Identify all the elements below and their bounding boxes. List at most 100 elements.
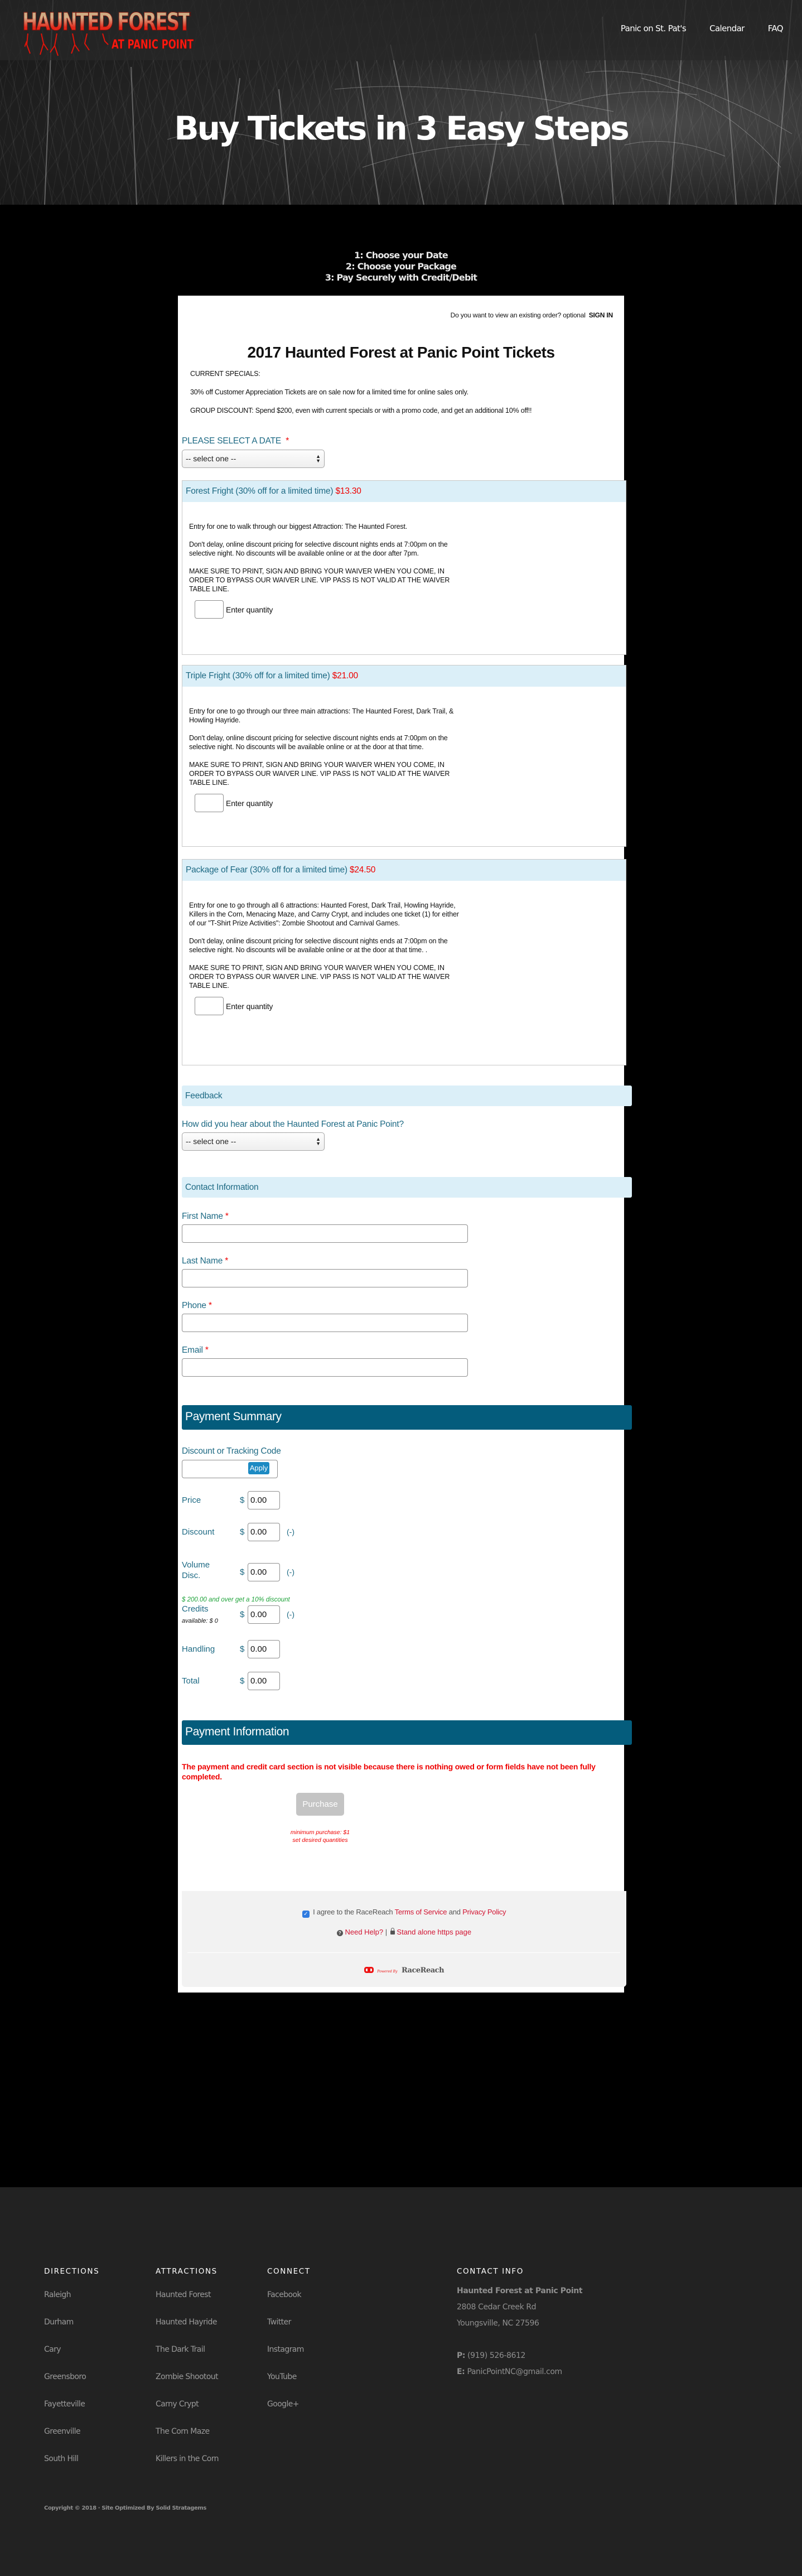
footer-link[interactable]: Haunted Forest bbox=[156, 2289, 219, 2317]
terms-of-service-link[interactable]: Terms of Service bbox=[395, 1908, 447, 1916]
signin-prompt-text: Do you want to view an existing order? o… bbox=[450, 311, 586, 319]
total-row: Total $ 0.00 bbox=[182, 1672, 405, 1690]
footer-link-twitter[interactable]: Twitter bbox=[267, 2317, 311, 2344]
email-input[interactable] bbox=[182, 1358, 468, 1377]
current-specials: CURRENT SPECIALS: 30% off Customer Appre… bbox=[190, 370, 532, 425]
apply-code-button[interactable]: Apply bbox=[248, 1462, 269, 1474]
discount-row: Discount $ 0.00 (-) bbox=[182, 1523, 405, 1541]
email-address[interactable]: PanicPointNC@gmail.com bbox=[467, 2367, 562, 2376]
handling-label: Handling bbox=[182, 1644, 215, 1654]
hero-banner: HAUNTED FOREST AT PANIC POINT Panic on S… bbox=[0, 0, 802, 205]
minus-indicator: (-) bbox=[287, 1527, 294, 1536]
step-3: 3: Pay Securely with Credit/Debit bbox=[325, 272, 477, 283]
sign-in-link[interactable]: SIGN IN bbox=[589, 311, 613, 319]
price-field[interactable]: 0.00 bbox=[248, 1491, 280, 1509]
step-2: 2: Choose your Package bbox=[345, 261, 457, 272]
package-paragraph: Entry for one to walk through our bigges… bbox=[189, 523, 408, 530]
volume-discount-note: $ 200.00 and over get a 10% discount bbox=[182, 1596, 290, 1603]
phone-line: P: (919) 526-8612 bbox=[457, 2351, 526, 2360]
footer-link-google-plus[interactable]: Google+ bbox=[267, 2399, 311, 2426]
quantity-input[interactable] bbox=[195, 794, 224, 812]
nav-panic-on-st-pats[interactable]: Panic on St. Pat's bbox=[621, 23, 687, 33]
discount-field[interactable]: 0.00 bbox=[248, 1523, 280, 1541]
payment-summary-header: Payment Summary bbox=[182, 1405, 632, 1430]
select-arrows-icon: ▲ ▼ bbox=[316, 1136, 321, 1146]
logo-roots-graphic bbox=[25, 33, 109, 56]
footer-column-heading: CONNECT bbox=[267, 2267, 311, 2276]
quantity-label: Enter quantity bbox=[226, 798, 273, 808]
currency-symbol: $ bbox=[240, 1567, 245, 1577]
footer-link[interactable]: Greensboro bbox=[44, 2371, 99, 2399]
nav-faq[interactable]: FAQ bbox=[768, 23, 784, 33]
minus-indicator: (-) bbox=[287, 1567, 294, 1576]
referral-source-select[interactable]: -- select one -- ▲ ▼ bbox=[182, 1132, 325, 1151]
business-name: Haunted Forest at Panic Point bbox=[457, 2286, 583, 2295]
privacy-policy-link[interactable]: Privacy Policy bbox=[462, 1908, 506, 1916]
first-name-input[interactable] bbox=[182, 1224, 468, 1243]
package-description: Entry for one to walk through our bigges… bbox=[182, 502, 472, 619]
footer-connect-column: CONNECT Facebook Twitter Instagram YouTu… bbox=[267, 2267, 311, 2426]
currency-symbol: $ bbox=[240, 1527, 245, 1537]
quantity-row: Enter quantity bbox=[195, 794, 466, 812]
last-name-input[interactable] bbox=[182, 1269, 468, 1287]
feedback-question: How did you hear about the Haunted Fores… bbox=[182, 1120, 404, 1129]
credits-field[interactable]: 0.00 bbox=[248, 1605, 280, 1624]
footer-link[interactable]: South Hill bbox=[44, 2453, 99, 2481]
package-price: $13.30 bbox=[335, 486, 361, 496]
divider bbox=[187, 1952, 620, 1953]
handling-field[interactable]: 0.00 bbox=[248, 1640, 280, 1658]
package-name: Forest Fright (30% off for a limited tim… bbox=[186, 486, 334, 496]
footer-attractions-column: ATTRACTIONS Haunted Forest Haunted Hayri… bbox=[156, 2267, 219, 2481]
package-paragraph: Don't delay, online discount pricing for… bbox=[189, 937, 448, 954]
quantity-label: Enter quantity bbox=[226, 605, 273, 614]
footer-link[interactable]: Raleigh bbox=[44, 2289, 99, 2317]
volume-discount-field[interactable]: 0.00 bbox=[248, 1563, 280, 1581]
quantity-input[interactable] bbox=[195, 600, 224, 619]
currency-symbol: $ bbox=[240, 1676, 245, 1686]
footer-column-heading: DIRECTIONS bbox=[44, 2267, 100, 2276]
purchase-button[interactable]: Purchase bbox=[296, 1793, 344, 1816]
footer-link[interactable]: Killers in the Corn bbox=[156, 2453, 219, 2481]
event-title: 2017 Haunted Forest at Panic Point Ticke… bbox=[247, 344, 555, 361]
phone-number[interactable]: (919) 526-8612 bbox=[467, 2351, 525, 2360]
footer-link[interactable]: The Dark Trail bbox=[156, 2344, 219, 2371]
price-row: Price $ 0.00 bbox=[182, 1491, 405, 1509]
minimum-purchase-note: minimum purchase: $1 set desired quantit… bbox=[290, 1829, 350, 1844]
specials-line: GROUP DISCOUNT: Spend $200, even with cu… bbox=[190, 407, 532, 414]
need-help-link[interactable]: Need Help? bbox=[345, 1928, 383, 1936]
quantity-input[interactable] bbox=[195, 997, 224, 1015]
legal-footer-box: ✓ I agree to the RaceReach Terms of Serv… bbox=[182, 1891, 626, 1987]
footer-link[interactable]: Cary bbox=[44, 2344, 99, 2371]
required-asterisk: * bbox=[286, 436, 289, 446]
haunted-forest-logo[interactable]: HAUNTED FOREST AT PANIC POINT bbox=[22, 9, 223, 56]
footer-link[interactable]: Durham bbox=[44, 2317, 99, 2344]
package-header: Triple Fright (30% off for a limited tim… bbox=[182, 665, 626, 687]
help-links: ? Need Help? | Stand alone https page bbox=[182, 1928, 626, 1936]
footer-link-youtube[interactable]: YouTube bbox=[267, 2371, 311, 2399]
package-name: Triple Fright (30% off for a limited tim… bbox=[186, 671, 330, 681]
footer-link-instagram[interactable]: Instagram bbox=[267, 2344, 311, 2371]
footer-link[interactable]: Haunted Hayride bbox=[156, 2317, 219, 2344]
agree-checkbox[interactable]: ✓ bbox=[302, 1911, 310, 1918]
ticket-form-panel: Do you want to view an existing order? o… bbox=[178, 296, 632, 1993]
volume-discount-row: Volume Disc. $ 0.00 (-) bbox=[182, 1560, 405, 1581]
currency-symbol: $ bbox=[240, 1496, 245, 1505]
footer-link[interactable]: Zombie Shootout bbox=[156, 2371, 219, 2399]
footer-link[interactable]: Greenville bbox=[44, 2426, 99, 2453]
footer-link[interactable]: The Corn Maze bbox=[156, 2426, 219, 2453]
date-select[interactable]: -- select one -- ▲ ▼ bbox=[182, 450, 325, 468]
powered-by-racereach[interactable]: Powered By RaceReach bbox=[182, 1965, 626, 1975]
credits-row: Credits available: $ 0 $ 0.00 (-) bbox=[182, 1604, 405, 1624]
package-paragraph: Entry for one to go through all 6 attrac… bbox=[189, 901, 459, 927]
phone-input[interactable] bbox=[182, 1314, 468, 1332]
total-field[interactable]: 0.00 bbox=[248, 1672, 280, 1690]
package-paragraph: MAKE SURE TO PRINT, SIGN AND BRING YOUR … bbox=[189, 964, 450, 990]
footer-link-facebook[interactable]: Facebook bbox=[267, 2289, 311, 2317]
standalone-https-link[interactable]: Stand alone https page bbox=[397, 1928, 471, 1936]
footer-link[interactable]: Carny Crypt bbox=[156, 2399, 219, 2426]
footer-link[interactable]: Fayetteville bbox=[44, 2399, 99, 2426]
email-line: E: PanicPointNC@gmail.com bbox=[457, 2367, 562, 2376]
discount-code-label: Discount or Tracking Code bbox=[182, 1446, 281, 1456]
volume-discount-label: Volume Disc. bbox=[182, 1560, 210, 1580]
nav-calendar[interactable]: Calendar bbox=[709, 23, 745, 33]
